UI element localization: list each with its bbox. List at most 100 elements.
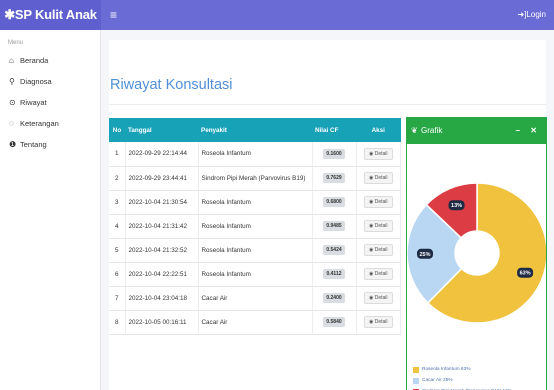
cell-tanggal: 2022-10-04 23:04:18 xyxy=(125,286,199,311)
history-table: No Tanggal Penyakit Nilai CF Aksi 1 2022-… xyxy=(109,118,401,335)
slice-label-text: 25% xyxy=(419,252,430,258)
cell-penyakit: Cacar Air xyxy=(198,310,313,335)
cell-nilai-cf: 0.6800 xyxy=(312,190,357,215)
legend-swatch xyxy=(413,377,419,384)
cell-nilai-cf: 0.9485 xyxy=(312,214,357,239)
cell-tanggal: 2022-10-04 21:30:54 xyxy=(125,190,199,215)
legend-item[interactable]: Roseola Infantum 63% xyxy=(413,364,512,375)
cell-tanggal: 2022-10-04 22:22:51 xyxy=(125,262,199,287)
comment-icon: ◌ xyxy=(9,119,14,128)
cell-no: 8 xyxy=(109,310,126,335)
search-icon: ⚲ xyxy=(9,77,15,86)
table-row: 4 2022-10-04 21:31:42 Roseola Infantum 0.94… xyxy=(109,214,401,239)
sidebar-item-diagnosa[interactable]: ⚲ Diagnosa xyxy=(0,71,100,92)
cell-no: 6 xyxy=(109,262,126,287)
grafik-card: ❦ Grafik – ✕ 63% 25% 13% Roseola Infantum … xyxy=(406,117,547,390)
cell-penyakit: Cacar Air xyxy=(198,286,313,311)
detail-button[interactable]: ◉ Detail xyxy=(363,196,393,208)
cell-no: 4 xyxy=(109,214,126,239)
title-divider xyxy=(109,104,546,105)
donut-chart: 63% 25% 13% xyxy=(407,182,546,324)
legend-label: Cacar Air 25% xyxy=(422,378,453,383)
cell-nilai-cf: 0.2400 xyxy=(312,286,357,311)
cell-aksi: ◉ Detail xyxy=(356,190,401,215)
slice-value-label: 25% xyxy=(417,248,434,259)
login-link[interactable]: ➜]Login xyxy=(518,0,547,30)
cell-nilai-cf: 0.4112 xyxy=(312,262,357,287)
cell-tanggal: 2022-10-04 21:32:52 xyxy=(125,238,199,263)
cell-no: 7 xyxy=(109,286,126,311)
cell-penyakit: Roseola Infantum xyxy=(198,238,313,263)
cf-badge: 0.5424 xyxy=(323,245,345,255)
table-row: 5 2022-10-04 21:32:52 Roseola Infantum 0.54… xyxy=(109,238,401,263)
sidebar-item-label: Tentang xyxy=(20,140,47,149)
leaf-icon: ❦ xyxy=(411,126,418,135)
slice-label-text: 63% xyxy=(520,271,531,277)
cell-penyakit: Sindrom Pipi Merah (Parvovirus B19) xyxy=(198,166,313,191)
cell-tanggal: 2022-09-29 23:44:41 xyxy=(125,166,199,191)
cell-aksi: ◉ Detail xyxy=(356,142,401,167)
cell-no: 2 xyxy=(109,166,126,191)
table-row: 6 2022-10-04 22:22:51 Roseola Infantum 0.41… xyxy=(109,262,401,287)
cell-aksi: ◉ Detail xyxy=(356,262,401,287)
main-content: Riwayat Konsultasi No Tanggal Penyakit N… xyxy=(101,30,554,390)
table-row: 1 2022-09-29 22:14:44 Roseola Infantum 0.16… xyxy=(109,142,401,167)
legend-swatch xyxy=(413,366,419,373)
col-header-tanggal: Tanggal xyxy=(125,118,198,142)
detail-button[interactable]: ◉ Detail xyxy=(363,292,393,304)
cell-aksi: ◉ Detail xyxy=(356,214,401,239)
detail-button[interactable]: ◉ Detail xyxy=(363,244,393,256)
sidebar-item-keterangan[interactable]: ◌ Keterangan xyxy=(0,113,100,134)
col-header-nilai-cf: Nilai CF xyxy=(312,118,356,142)
sidebar-item-riwayat[interactable]: ⊙ Riwayat xyxy=(0,92,100,113)
cf-badge: 0.7629 xyxy=(323,173,345,183)
cell-aksi: ◉ Detail xyxy=(356,238,401,263)
cell-aksi: ◉ Detail xyxy=(356,310,401,335)
grafik-card-header: ❦ Grafik – ✕ xyxy=(407,118,546,144)
legend-item[interactable]: Cacar Air 25% xyxy=(413,375,512,386)
sidebar-item-label: Beranda xyxy=(20,56,49,65)
col-header-aksi: Aksi xyxy=(356,118,401,142)
sidebar-item-label: Riwayat xyxy=(20,98,47,107)
cell-nilai-cf: 0.5840 xyxy=(312,310,357,335)
cell-tanggal: 2022-10-05 00:16:11 xyxy=(125,310,199,335)
sidebar-item-tentang[interactable]: ❶ Tentang xyxy=(0,134,100,155)
cf-badge: 0.9485 xyxy=(323,221,345,231)
cell-nilai-cf: 0.1600 xyxy=(312,142,357,167)
cell-no: 3 xyxy=(109,190,126,215)
col-header-no: No xyxy=(109,118,125,142)
table-row: 8 2022-10-05 00:16:11 Cacar Air 0.5840 ◉ Det… xyxy=(109,310,401,335)
cell-no: 1 xyxy=(109,142,126,167)
detail-button[interactable]: ◉ Detail xyxy=(363,316,393,328)
detail-button[interactable]: ◉ Detail xyxy=(363,147,393,160)
slice-value-label: 63% xyxy=(517,267,534,278)
cf-badge: 0.1600 xyxy=(323,148,345,159)
history-icon: ⊙ xyxy=(9,98,16,107)
cell-penyakit: Roseola Infantum xyxy=(198,214,313,239)
hamburger-menu-icon[interactable]: ≡ xyxy=(110,0,117,30)
sidebar: Menu ⌂ Beranda ⚲ Diagnosa ⊙ Riwayat ◌ Ke… xyxy=(0,30,101,390)
sidebar-item-label: Keterangan xyxy=(20,119,59,128)
chart-legend: Roseola Infantum 63% Cacar Air 25% Sindrom… xyxy=(413,364,512,390)
grafik-title: Grafik xyxy=(421,126,443,135)
page-title: Riwayat Konsultasi xyxy=(110,77,233,93)
detail-button[interactable]: ◉ Detail xyxy=(363,268,393,280)
sidebar-item-beranda[interactable]: ⌂ Beranda xyxy=(0,50,100,71)
cf-badge: 0.2400 xyxy=(323,293,345,303)
cell-no: 5 xyxy=(109,238,126,263)
cell-penyakit: Roseola Infantum xyxy=(198,142,313,167)
card-controls[interactable]: – ✕ xyxy=(516,118,541,144)
legend-item[interactable]: Sindrom Pipi Merah (Parvovirus B19) 13% xyxy=(413,386,512,390)
slice-value-label: 13% xyxy=(448,200,465,211)
detail-button[interactable]: ◉ Detail xyxy=(363,172,393,184)
detail-button[interactable]: ◉ Detail xyxy=(363,220,393,232)
table-header-row: No Tanggal Penyakit Nilai CF Aksi xyxy=(109,118,401,142)
brand-logo[interactable]: ✱SP Kulit Anak xyxy=(0,0,101,30)
home-icon: ⌂ xyxy=(9,56,14,65)
cell-penyakit: Roseola Infantum xyxy=(198,262,313,287)
table-row: 3 2022-10-04 21:30:54 Roseola Infantum 0.68… xyxy=(109,190,401,215)
cf-badge: 0.5840 xyxy=(323,317,345,327)
cell-aksi: ◉ Detail xyxy=(356,166,401,191)
info-icon: ❶ xyxy=(9,140,17,149)
cell-nilai-cf: 0.7629 xyxy=(312,166,357,191)
